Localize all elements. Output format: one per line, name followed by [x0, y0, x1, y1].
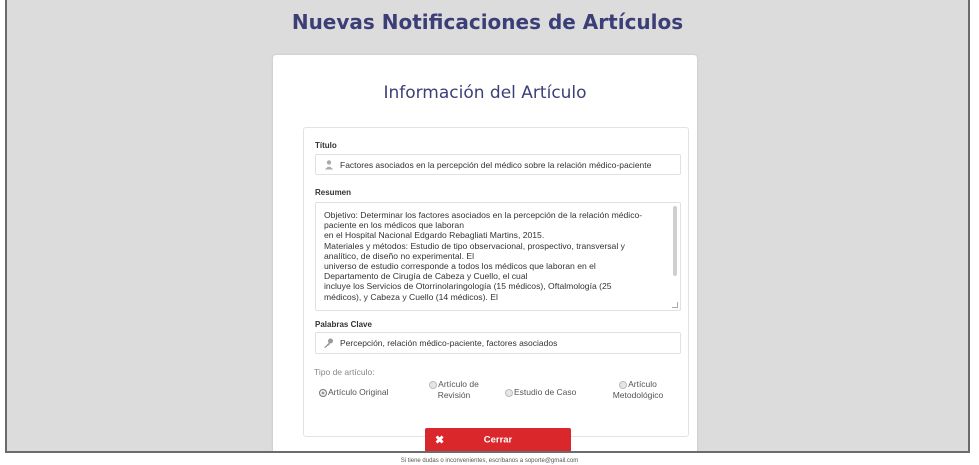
palabras-clave-value: Percepción, relación médico-paciente, fa…	[340, 338, 558, 348]
radio-articulo-revision[interactable]: Artículo de Revisión	[419, 379, 489, 401]
card-title: Información del Artículo	[383, 83, 587, 103]
radio-articulo-original[interactable]: Artículo Original	[319, 387, 388, 398]
titulo-field[interactable]: Factores asociados en la percepción del …	[315, 154, 681, 175]
resumen-textarea[interactable]: Objetivo: Determinar los factores asocia…	[315, 202, 681, 311]
resumen-line: Objetivo: Determinar los factores asocia…	[324, 210, 643, 220]
page-frame: Nuevas Notificaciones de Artículos Infor…	[5, 0, 970, 451]
palabras-clave-field[interactable]: Percepción, relación médico-paciente, fa…	[315, 332, 681, 354]
footer-text: Si tiene dudas o inconvenientes, escríba…	[400, 458, 579, 464]
user-icon	[323, 159, 334, 170]
tipo-articulo-label: Tipo de artículo:	[314, 367, 375, 377]
radio-label-line2: Revisión	[437, 390, 471, 400]
resumen-text: Objetivo: Determinar los factores asocia…	[324, 210, 669, 302]
resumen-line: Materiales y métodos: Estudio de tipo ob…	[324, 240, 625, 251]
radio-icon	[429, 380, 438, 389]
radio-articulo-metodologico[interactable]: Artículo Metodológico	[603, 379, 673, 401]
radio-estudio-caso[interactable]: Estudio de Caso	[505, 387, 576, 398]
radio-label-line2: Metodológico	[612, 390, 664, 400]
key-icon	[323, 338, 334, 349]
titulo-value: Factores asociados en la percepción del …	[340, 159, 652, 170]
resize-handle[interactable]	[672, 302, 678, 308]
radio-label: Artículo Original	[328, 387, 389, 397]
radio-selected-icon	[319, 388, 327, 397]
radio-label: Artículo	[628, 379, 657, 389]
radio-icon	[619, 380, 628, 389]
page-title: Nuevas Notificaciones de Artículos	[291, 10, 684, 34]
resumen-line: en el Hospital Nacional Edgardo Rebaglia…	[324, 230, 545, 241]
resumen-label: Resumen	[315, 188, 352, 197]
titulo-label: Título	[315, 141, 337, 150]
resumen-line: médicos), y Cabeza y Cuello (14 médicos)…	[324, 291, 498, 302]
resumen-line: incluye los Servicios de Otorrinolaringo…	[324, 281, 612, 292]
article-info-card: Información del Artículo Título Factores…	[273, 55, 697, 451]
radio-icon	[505, 388, 513, 397]
radio-label: Artículo de	[438, 379, 479, 389]
radio-label: Estudio de Caso	[514, 387, 577, 397]
scrollbar-thumb[interactable]	[673, 206, 677, 276]
close-button[interactable]: ✖ Cerrar	[425, 428, 571, 451]
resumen-line: universo de estudio corresponde a todos …	[324, 261, 596, 272]
footer-divider	[5, 451, 970, 453]
palabras-clave-label: Palabras Clave	[315, 320, 372, 329]
resumen-line: paciente en los médicos que laboran	[324, 220, 464, 231]
resumen-line: Departamento de Cirugía de Cabeza y Cuel…	[324, 271, 528, 282]
resumen-line: analítico, de diseño no experimental. El	[324, 250, 475, 261]
close-button-label: Cerrar	[483, 434, 513, 446]
